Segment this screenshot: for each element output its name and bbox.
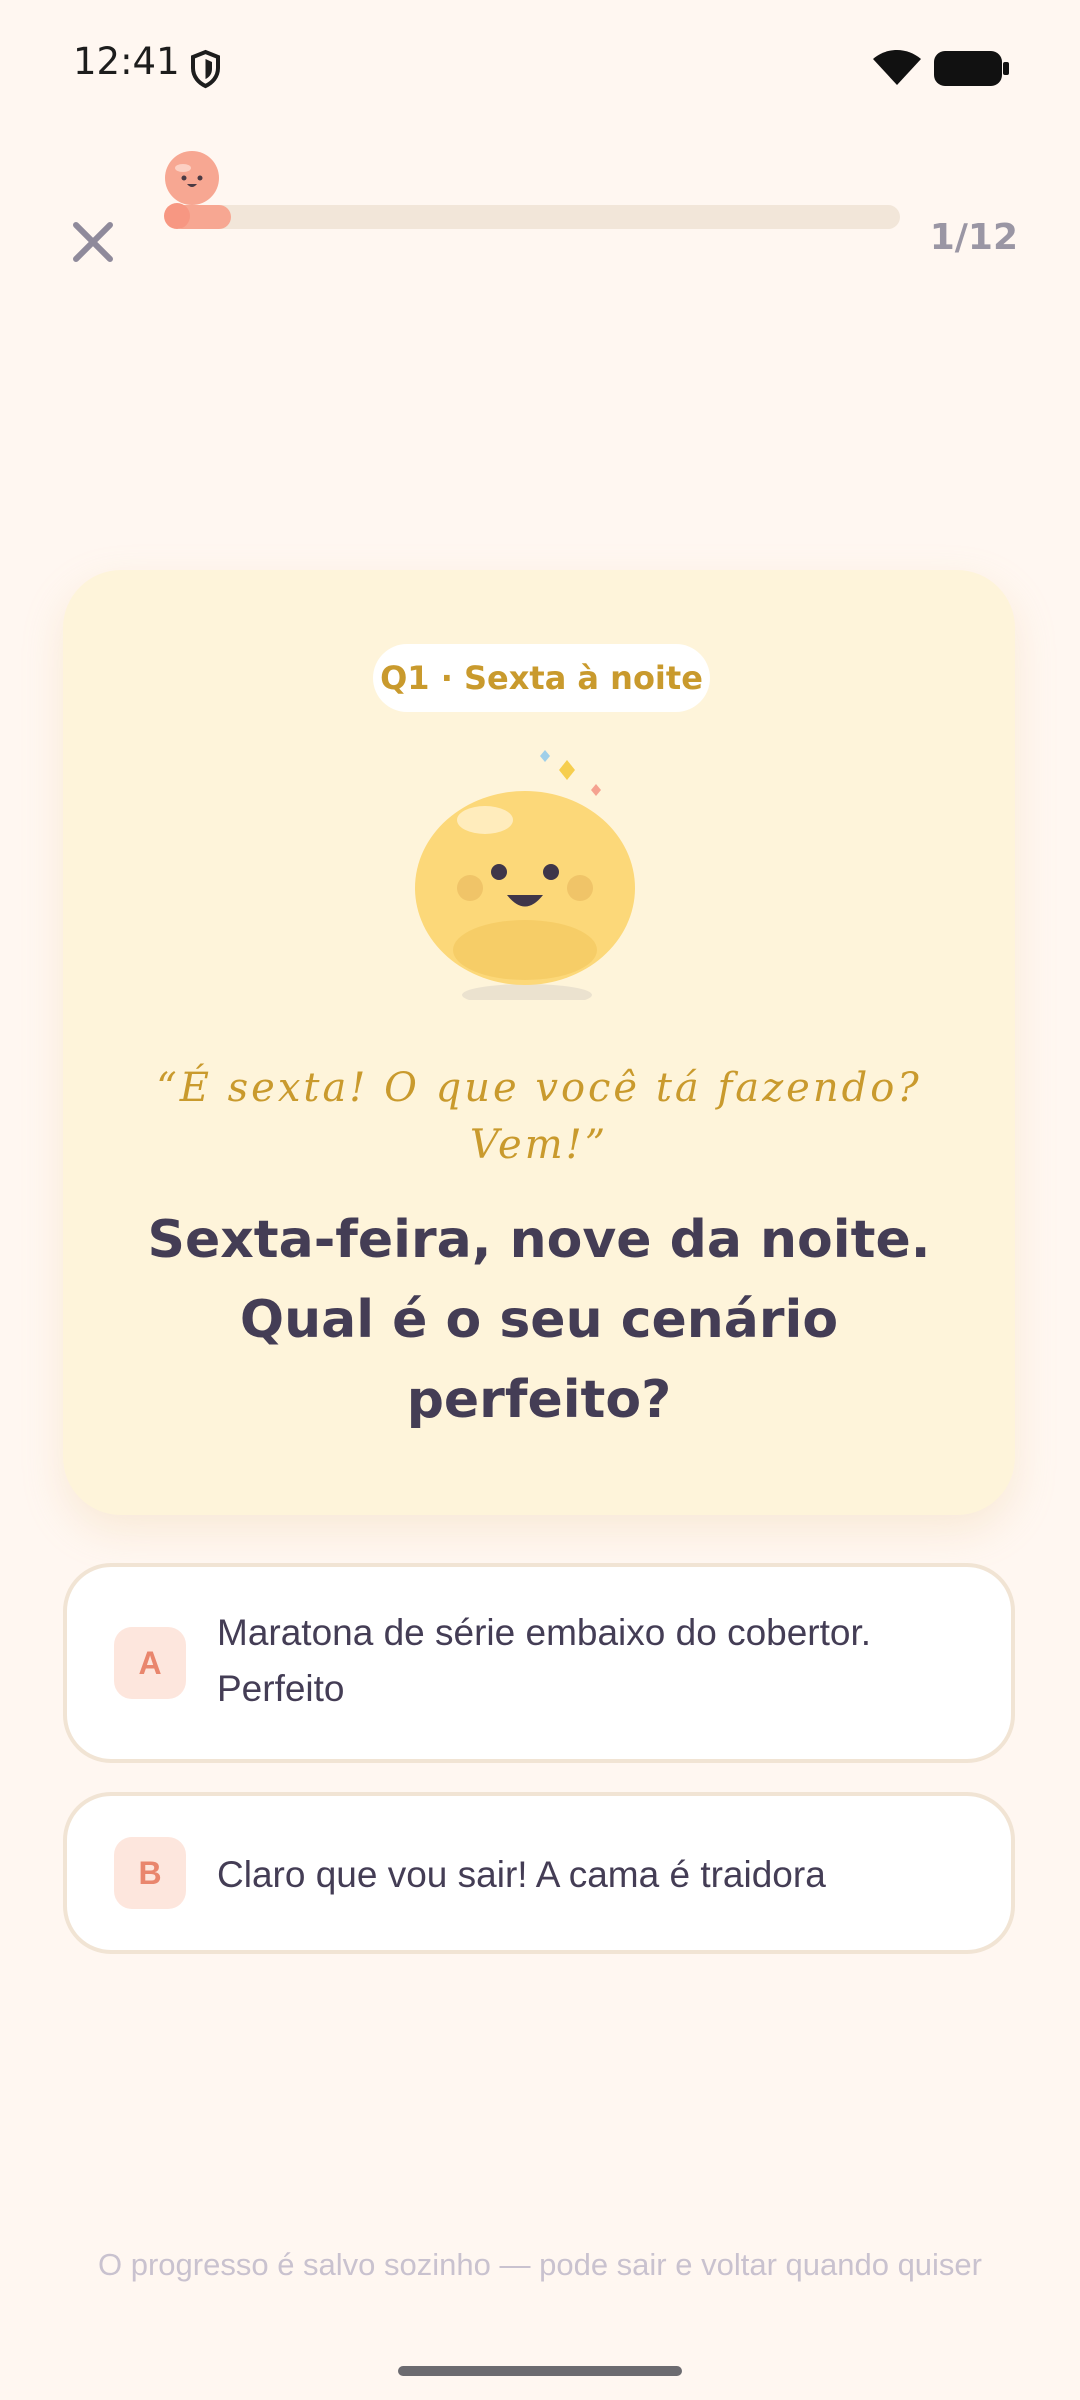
home-indicator[interactable]: [398, 2366, 682, 2376]
question-line2: Qual é o seu cenário: [239, 1290, 839, 1350]
footer-note: O progresso é salvo sozinho — pode sair …: [98, 2247, 982, 2282]
answer-text: Claro que vou sair! A cama é traidora: [217, 1847, 987, 1903]
category-pill: Q1 · Sexta à noite: [373, 644, 710, 712]
answer-text-line1: Maratona de série embaixo do cobertor.: [217, 1612, 872, 1653]
mascot-quote-line2: Vem!”: [469, 1122, 609, 1168]
answer-text-line2: Perfeito: [217, 1668, 345, 1709]
answer-letter-badge: B: [114, 1837, 186, 1909]
status-time: 12:41: [73, 40, 180, 83]
answer-text: Maratona de série embaixo do cobertor. P…: [217, 1605, 987, 1717]
question-line1: Sexta-feira, nove da noite.: [147, 1210, 931, 1270]
progress-bar: [170, 205, 900, 229]
answer-text-line1: Claro que vou sair! A cama é traidora: [217, 1854, 826, 1895]
question-card: Q1 · Sexta à noite “É sexta! O que você …: [63, 570, 1015, 1515]
status-bar: 12:41: [0, 0, 1080, 135]
smiling-blob-mascot: [415, 750, 635, 1000]
shield-icon: [191, 49, 220, 89]
answer-option-a[interactable]: A Maratona de série embaixo do cobertor.…: [63, 1563, 1015, 1763]
mascot-quote: “É sexta! O que você tá fazendo? Vem!”: [93, 1060, 985, 1174]
mascot-progress-marker: [164, 151, 219, 229]
answer-letter-badge: A: [114, 1627, 186, 1699]
wifi-icon: [873, 50, 921, 85]
battery-icon: [934, 51, 1009, 86]
close-icon[interactable]: [70, 219, 116, 265]
question-title: Sexta-feira, nove da noite. Qual é o seu…: [113, 1200, 965, 1440]
mascot-quote-line1: “É sexta! O que você tá fazendo?: [156, 1065, 922, 1111]
progress-counter: 1/12: [929, 217, 1018, 258]
answer-option-b[interactable]: B Claro que vou sair! A cama é traidora: [63, 1792, 1015, 1954]
question-line3: perfeito?: [406, 1370, 672, 1430]
